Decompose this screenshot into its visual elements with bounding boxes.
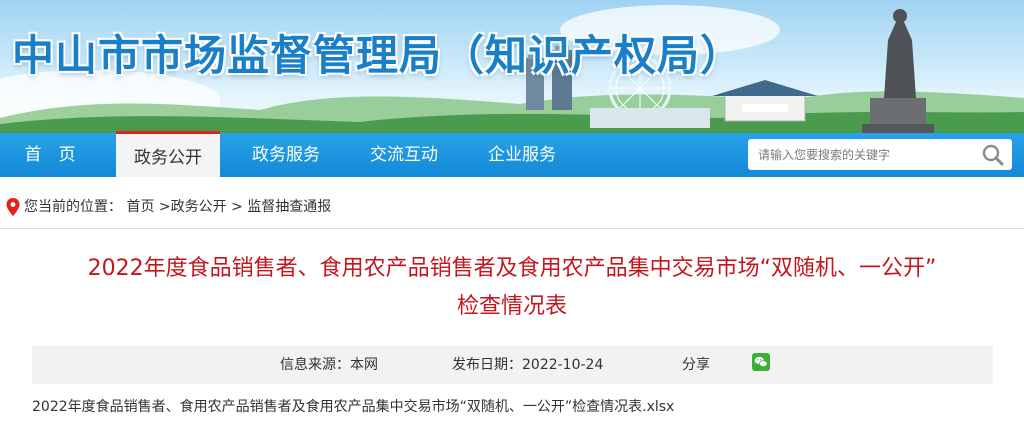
search-box (748, 139, 1012, 170)
breadcrumb: 您当前的位置： 首页 >政务公开 > 监督抽查通报 (6, 196, 331, 218)
publish-date: 发布日期：2022-10-24 (452, 357, 604, 373)
nav-item-government-affairs[interactable]: 政务公开 (116, 131, 220, 177)
breadcrumb-government-affairs[interactable]: >政务公开 (159, 199, 227, 215)
article-meta-bar: 信息来源：本网 发布日期：2022-10-24 分享 (32, 346, 993, 384)
article-title: 2022年度食品销售者、食用农产品销售者及食用农产品集中交易市场“双随机、一公开… (30, 250, 994, 326)
nav-item-government-services[interactable]: 政务服务 (234, 133, 338, 177)
nav-item-interaction[interactable]: 交流互动 (352, 133, 456, 177)
article-title-line1: 2022年度食品销售者、食用农产品销售者及食用农产品集中交易市场“双随机、一公开… (87, 256, 937, 281)
share-label: 分享 (682, 357, 710, 373)
breadcrumb-home[interactable]: 首页 (126, 199, 154, 215)
site-title: 中山市市场监督管理局（知识产权局） (12, 31, 744, 80)
nav-item-enterprise-services[interactable]: 企业服务 (470, 133, 574, 177)
nav-item-home[interactable]: 首 页 (0, 133, 100, 177)
wechat-share-icon[interactable] (752, 353, 770, 371)
site-banner: 中山市市场监督管理局（知识产权局） (0, 0, 1024, 133)
search-icon[interactable] (980, 142, 1006, 168)
info-source: 信息来源：本网 (280, 357, 378, 373)
breadcrumb-divider (0, 228, 1024, 229)
location-pin-icon (6, 198, 20, 216)
breadcrumb-current[interactable]: 监督抽查通报 (247, 199, 331, 215)
article-title-line2: 检查情况表 (456, 294, 567, 319)
breadcrumb-prefix: 您当前的位置： (24, 199, 122, 215)
breadcrumb-separator: > (231, 199, 243, 215)
attachment-link[interactable]: 2022年度食品销售者、食用农产品销售者及食用农产品集中交易市场“双随机、一公开… (32, 396, 674, 416)
search-input[interactable] (748, 139, 988, 170)
